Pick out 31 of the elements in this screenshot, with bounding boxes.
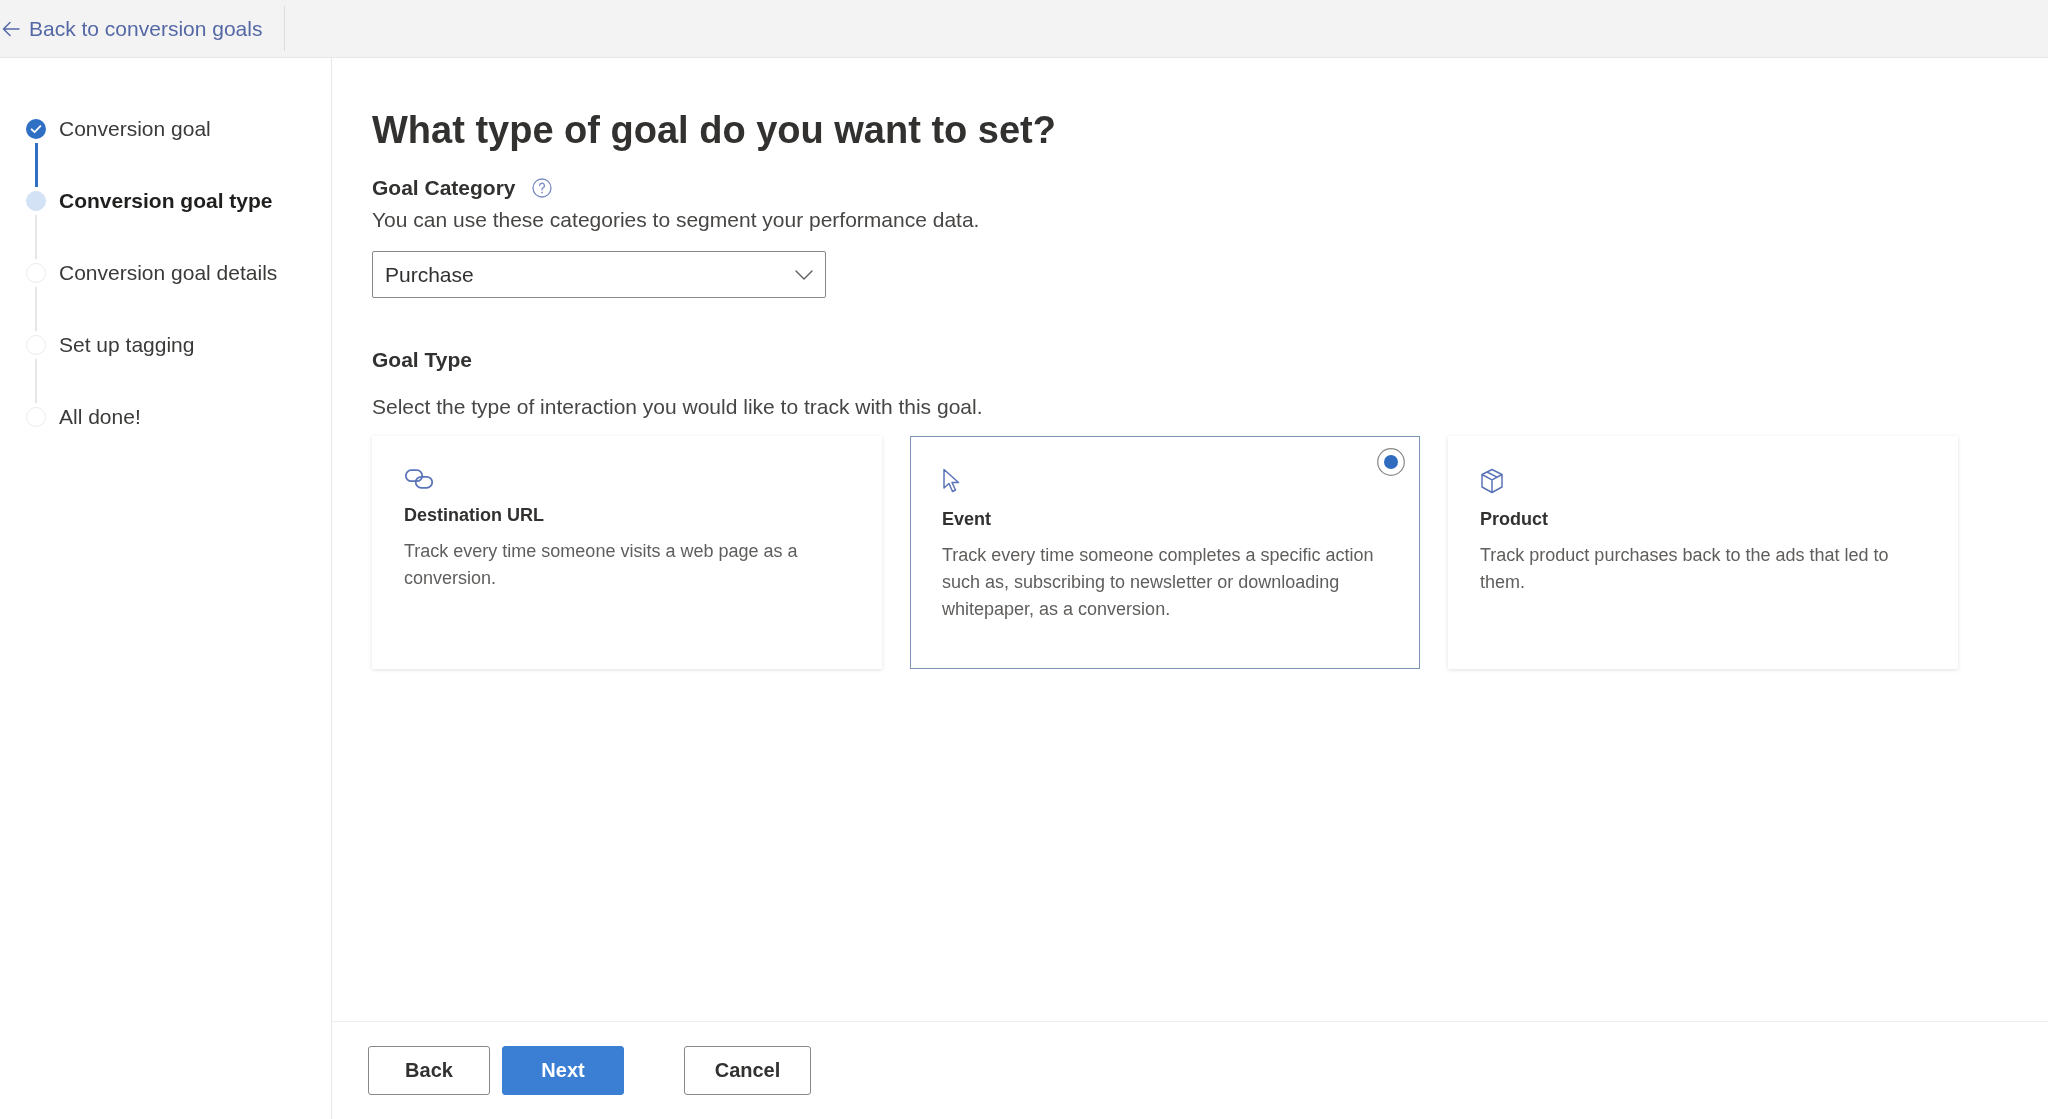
- card-title: Destination URL: [404, 504, 544, 527]
- step-label: Set up tagging: [59, 334, 196, 356]
- step-label: Conversion goal type: [59, 190, 274, 212]
- goal-type-card[interactable]: Event Track every time someone completes a specific action such as, subscribing to newsletter or downloading whitepaper, as a conversion.: [910, 436, 1420, 669]
- next-button[interactable]: Next: [502, 1046, 624, 1095]
- goal-type-card[interactable]: Product Track product purchases back to the ads that led to them.: [1448, 436, 1958, 669]
- section-description: You can use these categories to segment your performance data.: [372, 207, 980, 233]
- section-label: Goal Type: [372, 347, 472, 373]
- goal-type-card[interactable]: Destination URL Track every time someone visits a web page as a conversion.: [372, 436, 882, 669]
- section-label: Goal Category: [372, 175, 516, 201]
- section-description: Select the type of interaction you would like to track with this goal.: [372, 394, 983, 420]
- card-description: Track every time someone completes a specific action such as, subscribing to newsletter or downloading whitepaper, as a conversion.: [942, 544, 1375, 621]
- chevron-down-icon: [795, 269, 813, 280]
- card-title: Product: [1480, 508, 1548, 531]
- category-dropdown[interactable]: Purchase: [372, 251, 826, 298]
- back-button[interactable]: Back: [368, 1046, 490, 1095]
- back-link[interactable]: Back to conversion goals: [0, 0, 285, 57]
- cube-icon: [1480, 468, 1504, 494]
- cursor-icon: [942, 468, 962, 494]
- arrow-left-icon: [2, 20, 20, 37]
- help-icon[interactable]: [531, 178, 552, 198]
- step-label: Conversion goal: [59, 118, 212, 140]
- page-title: What type of goal do you want to set?: [372, 108, 1056, 153]
- cancel-button[interactable]: Cancel: [684, 1046, 811, 1095]
- card-title: Event: [942, 508, 992, 531]
- card-description: Track every time someone visits a web page as a conversion.: [404, 540, 799, 590]
- link-icon: [404, 468, 434, 490]
- card-description: Track product purchases back to the ads that led to them.: [1480, 544, 1890, 594]
- step-label: Conversion goal details: [59, 262, 279, 284]
- radio-button[interactable]: [1377, 448, 1405, 476]
- step-label: All done!: [59, 406, 142, 428]
